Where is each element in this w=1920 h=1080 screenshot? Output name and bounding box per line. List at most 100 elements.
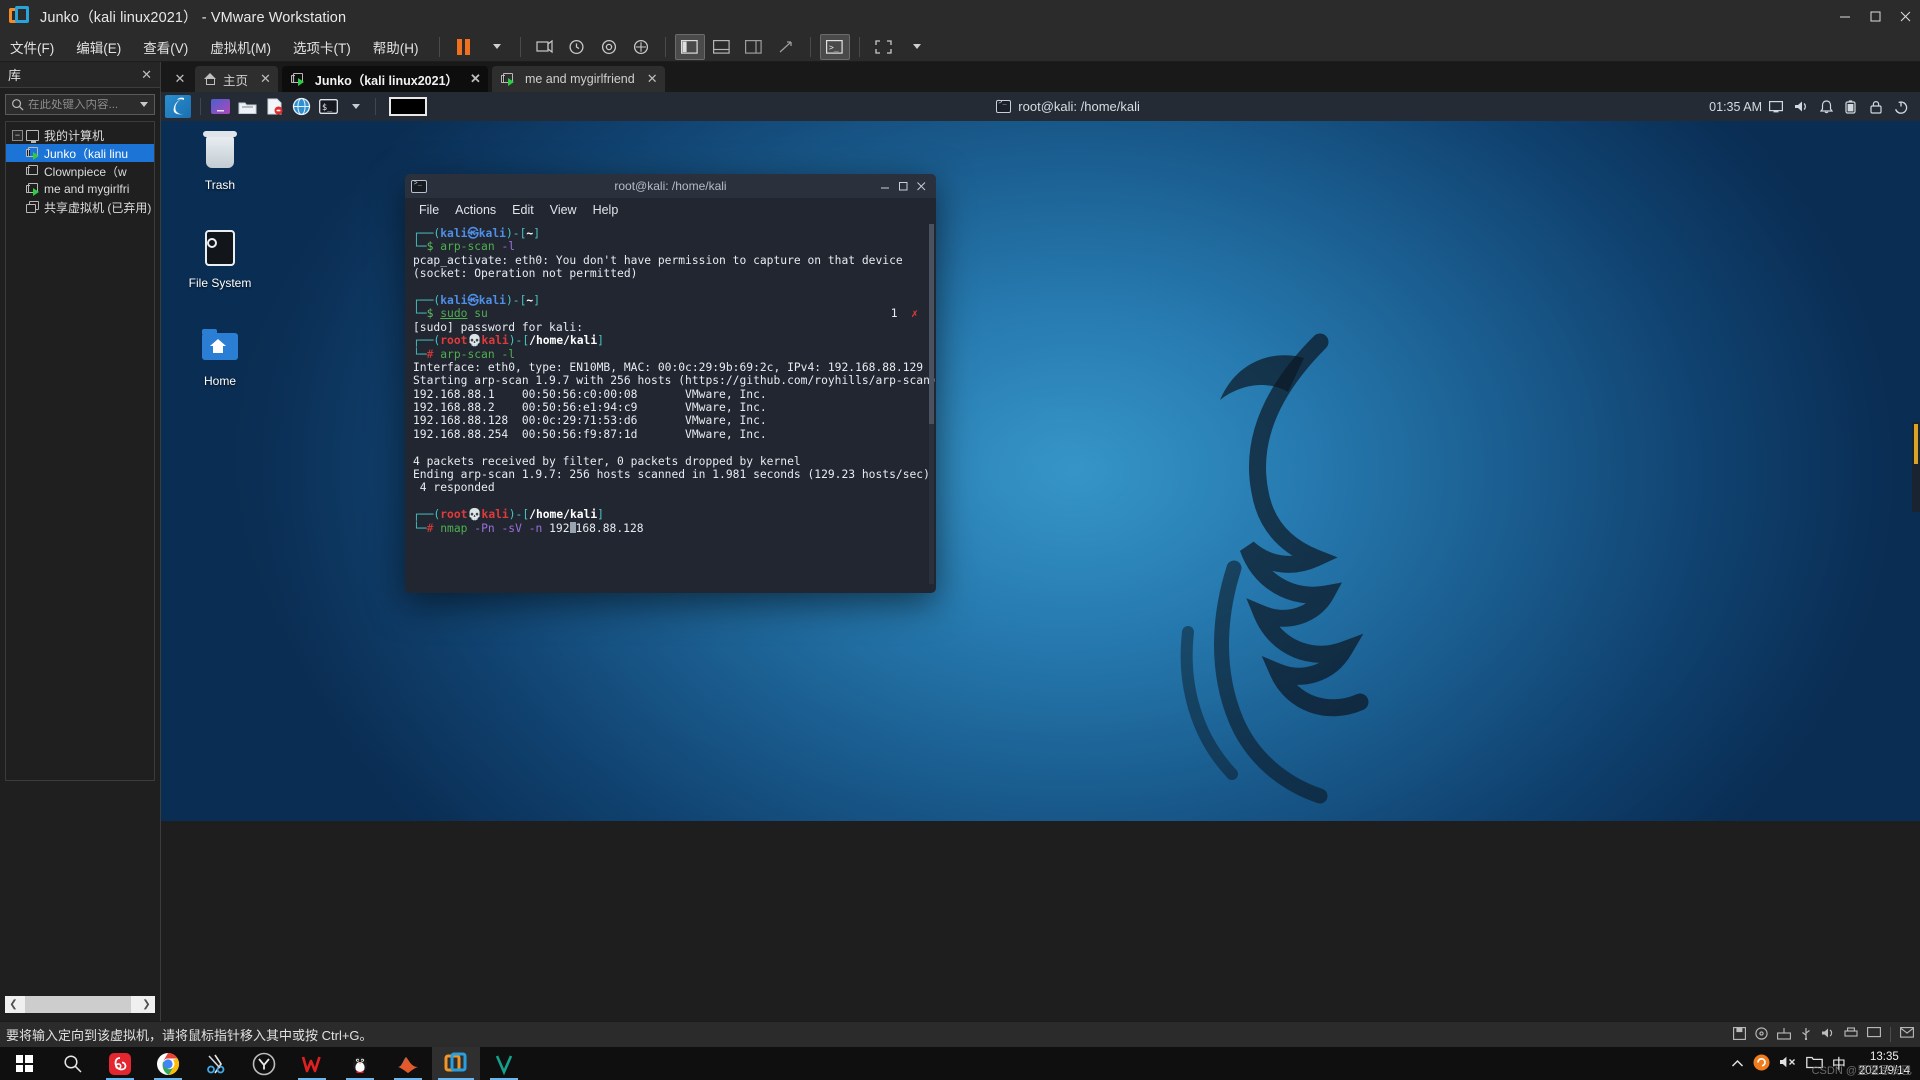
menu-file[interactable]: 文件(F) — [0, 33, 64, 61]
floppy-icon[interactable] — [1733, 1026, 1746, 1043]
disc-icon[interactable] — [1755, 1026, 1768, 1043]
close-icon[interactable] — [912, 176, 930, 196]
terminal-window[interactable]: root@kali: /home/kali File Actions Edi — [405, 174, 936, 593]
library-header: 库 ✕ — [0, 62, 160, 88]
desktop-icon-file-system[interactable]: File System — [181, 225, 259, 290]
desktop-icon-home[interactable]: Home — [181, 323, 259, 388]
taskbar-chrome[interactable] — [144, 1047, 192, 1080]
camera-snapshot-icon[interactable] — [594, 34, 624, 60]
menu-edit[interactable]: 编辑(E) — [66, 33, 131, 61]
terminal-menu-file[interactable]: File — [411, 201, 447, 219]
chevron-right-icon[interactable]: ❯ — [138, 996, 155, 1013]
usb-icon[interactable] — [1800, 1027, 1812, 1043]
maximize-icon[interactable] — [1860, 0, 1890, 32]
taskbar-qq[interactable] — [336, 1047, 384, 1080]
tray-sogou[interactable] — [1753, 1054, 1770, 1074]
taskbar-wps[interactable] — [288, 1047, 336, 1080]
terminal-scrollbar[interactable] — [929, 224, 934, 584]
minimize-icon[interactable] — [1830, 0, 1860, 32]
bell-icon[interactable] — [1815, 96, 1837, 118]
taskbar-vivaldi[interactable] — [480, 1047, 528, 1080]
terminal-output[interactable]: ┌──(kali㉿kali)-[~] └─$ arp-scan -l pcap_ac… — [405, 222, 936, 593]
tree-item-me-and-mygirlfriend[interactable]: me and mygirlfri — [6, 180, 154, 198]
menu-help[interactable]: 帮助(H) — [363, 33, 429, 61]
tab-me-and-mygirlfriend[interactable]: me and mygirlfriend ✕ — [491, 66, 665, 92]
suspend-button[interactable] — [449, 34, 479, 60]
panel-clock[interactable]: 01:35 AM — [1709, 100, 1762, 114]
terminal-dropdown[interactable] — [343, 95, 368, 118]
console-view-icon[interactable] — [739, 34, 769, 60]
workspace-switcher[interactable] — [389, 97, 427, 116]
tab-home[interactable]: 主页 ✕ — [195, 66, 278, 92]
tree-item-clownpiece[interactable]: Clownpiece（w — [6, 162, 154, 180]
lock-icon[interactable] — [1865, 96, 1887, 118]
document-icon[interactable] — [262, 95, 287, 118]
fullscreen-dropdown[interactable] — [901, 34, 931, 60]
printer-icon[interactable] — [1844, 1027, 1858, 1042]
power-dropdown[interactable] — [481, 34, 511, 60]
taskbar-yy[interactable] — [240, 1047, 288, 1080]
terminal-menu-edit[interactable]: Edit — [504, 201, 542, 219]
globe-icon[interactable] — [289, 95, 314, 118]
chevron-up-icon[interactable] — [1731, 1057, 1744, 1071]
terminal-icon[interactable]: >_ — [819, 33, 850, 60]
library-search[interactable] — [5, 94, 155, 115]
sound-icon[interactable] — [1821, 1027, 1835, 1042]
taskbar-netease-music[interactable] — [96, 1047, 144, 1080]
tree-item-junko[interactable]: Junko（kali linu — [6, 144, 154, 162]
search-icon[interactable] — [48, 1047, 96, 1080]
apps-grid-icon[interactable] — [208, 95, 233, 118]
home-folder-icon — [197, 323, 243, 369]
menu-vm[interactable]: 虚拟机(M) — [200, 33, 281, 61]
folder-icon[interactable] — [235, 95, 260, 118]
message-icon[interactable] — [1900, 1027, 1914, 1042]
tab-junko-kali-linux2021[interactable]: Junko（kali linux2021） ✕ — [281, 66, 488, 92]
fullscreen-icon[interactable] — [869, 34, 899, 60]
terminal-menu-view[interactable]: View — [542, 201, 585, 219]
close-library-icon[interactable]: ✕ — [169, 66, 191, 92]
maximize-icon[interactable] — [894, 176, 912, 196]
tree-item-shared-vms[interactable]: 共享虚拟机 (已弃用) — [6, 198, 154, 216]
close-icon[interactable]: ✕ — [137, 67, 156, 83]
unity-icon[interactable] — [771, 34, 801, 60]
thumbnail-bar-icon[interactable] — [707, 34, 737, 60]
close-icon[interactable]: ✕ — [647, 71, 658, 87]
vm-console-scrollbar[interactable] — [1912, 422, 1920, 512]
terminal-menu-actions[interactable]: Actions — [447, 201, 504, 219]
tree-item-my-computer[interactable]: − 我的计算机 — [6, 126, 154, 144]
menu-view[interactable]: 查看(V) — [133, 33, 198, 61]
scrollbar-thumb[interactable] — [25, 996, 131, 1013]
terminal-icon[interactable]: $_ — [316, 95, 341, 118]
taskbar-snipaste[interactable] — [192, 1047, 240, 1080]
vm-console-kali-desktop[interactable]: $_ root@kali: /home/kali 01:35 AM — [161, 92, 1920, 821]
terminal-title-bar[interactable]: root@kali: /home/kali — [405, 174, 936, 198]
menu-tabs[interactable]: 选项卡(T) — [283, 33, 361, 61]
speaker-icon[interactable] — [1790, 96, 1812, 118]
revert-clock-icon[interactable] — [562, 34, 592, 60]
taskbar-vmware[interactable] — [432, 1047, 480, 1080]
windows-start-icon[interactable] — [0, 1047, 48, 1080]
terminal-menu-help[interactable]: Help — [585, 201, 627, 219]
tray-volume-muted[interactable] — [1779, 1055, 1797, 1072]
close-icon[interactable] — [1890, 0, 1920, 32]
battery-icon[interactable] — [1840, 96, 1862, 118]
display-icon[interactable] — [1765, 96, 1787, 118]
close-icon[interactable]: ✕ — [260, 71, 271, 87]
library-horizontal-scrollbar[interactable]: ❮ ❯ — [5, 996, 155, 1013]
close-icon[interactable]: ✕ — [470, 71, 481, 87]
terminal-text: arp-scan — [440, 240, 495, 254]
display-icon[interactable] — [1867, 1027, 1881, 1042]
network-icon[interactable] — [1777, 1027, 1791, 1043]
chevron-down-icon[interactable] — [140, 102, 148, 107]
snapshots-stack-icon[interactable] — [626, 34, 656, 60]
kali-dragon-icon[interactable] — [165, 95, 191, 118]
search-input[interactable] — [28, 98, 137, 111]
desktop-icon-trash[interactable]: Trash — [181, 127, 259, 192]
sidebar-left-icon[interactable] — [674, 33, 705, 60]
chevron-left-icon[interactable]: ❮ — [5, 996, 22, 1013]
snapshot-icon[interactable] — [530, 34, 560, 60]
power-icon[interactable] — [1890, 96, 1912, 118]
minimize-icon[interactable] — [876, 176, 894, 196]
tree-expander-icon[interactable]: − — [12, 129, 23, 141]
taskbar-matlab[interactable] — [384, 1047, 432, 1080]
